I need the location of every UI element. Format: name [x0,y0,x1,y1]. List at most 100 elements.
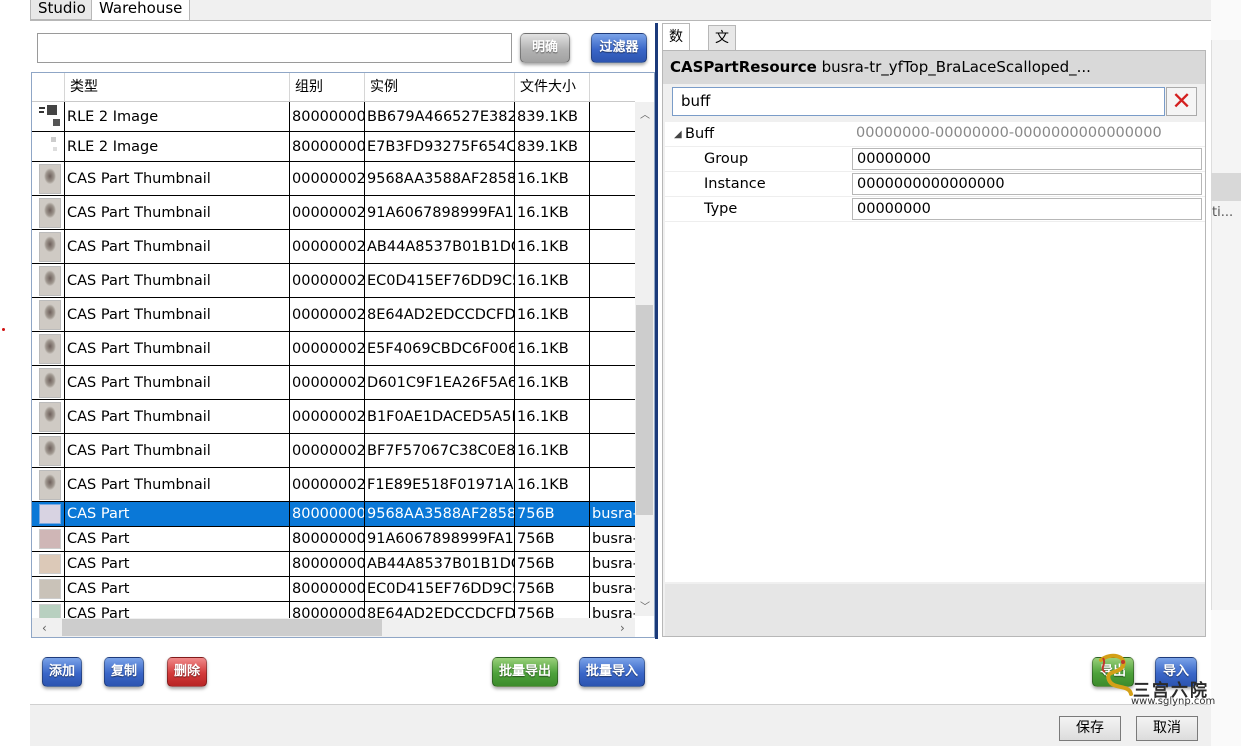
vertical-scrollbar[interactable]: ︿ ﹀ [635,102,654,616]
row-thumbnail-cell [32,298,65,331]
property-row-group[interactable]: Group 00000000 [665,147,1205,172]
header-group[interactable]: 组别 [290,73,365,101]
scroll-left-icon[interactable]: ‹ [42,621,47,635]
row-instance-cell: 9568AA3588AF2858 [365,502,515,526]
row-instance-cell: BF7F57067C38C0E8 [365,434,515,467]
row-type-cell: CAS Part Thumbnail [65,162,290,195]
color-swatch-icon [39,504,61,524]
add-button[interactable]: 添加 [42,657,82,687]
row-group-cell: 80000000 [290,527,365,551]
batch-import-button[interactable]: 批量导入 [579,657,645,687]
clear-search-icon[interactable]: ✕ [1166,87,1197,116]
row-type-cell: CAS Part Thumbnail [65,332,290,365]
row-instance-cell: 8E64AD2EDCCDCFD [365,298,515,331]
row-group-cell: 00000002 [290,332,365,365]
row-type-cell: CAS Part Thumbnail [65,298,290,331]
table-row[interactable]: RLE 2 Image 80000000 E7B3FD93275F654C 839.1… [32,132,635,162]
property-grid: ◢ Buff 00000000-00000000-000000000000000… [665,122,1205,582]
row-name-cell [590,332,635,365]
tab-text[interactable]: 文本 [708,25,736,70]
row-name-cell [590,468,635,501]
row-group-cell: 00000002 [290,434,365,467]
row-group-cell: 00000002 [290,400,365,433]
row-name-cell [590,400,635,433]
tab-warehouse[interactable]: Warehouse [91,0,191,21]
table-row[interactable]: CAS Part 80000000 9568AA3588AF2858 756B busr… [32,502,635,527]
property-row-instance[interactable]: Instance 0000000000000000 [665,172,1205,197]
property-description-area [665,584,1205,636]
scroll-down-icon[interactable]: ﹀ [640,598,650,613]
table-row[interactable]: CAS Part Thumbnail 00000002 9568AA3588AF28… [32,162,635,196]
row-instance-cell: E5F4069CBDC6F006 [365,332,515,365]
property-name: Type [704,201,738,217]
cancel-button[interactable]: 取消 [1136,716,1198,741]
row-thumbnail-cell [32,162,65,195]
property-search-input[interactable]: buff [672,87,1165,116]
header-name[interactable] [590,73,635,101]
row-name-cell [590,264,635,297]
panel-splitter[interactable] [655,23,658,639]
resource-list[interactable]: 类型 组别 实例 文件大小 RLE 2 Image 80000000 BB679A4… [31,72,655,638]
row-thumbnail-cell [32,196,65,229]
table-row[interactable]: CAS Part 80000000 EC0D415EF76DD9C5 756B busr… [32,577,635,602]
main-window: Studio Warehouse 明确 过滤器 类型 组别 实例 文件大小 RL… [30,0,1211,746]
table-row[interactable]: CAS Part 80000000 AB44A8537B01B1DC 756B busr… [32,552,635,577]
save-button[interactable]: 保存 [1059,716,1121,741]
copy-button[interactable]: 复制 [104,657,144,687]
row-size-cell: 756B [515,527,590,551]
dragon-logo-icon [1099,653,1133,696]
table-row[interactable]: CAS Part Thumbnail 00000002 AB44A8537B01B1… [32,230,635,264]
table-row[interactable]: CAS Part Thumbnail 00000002 8E64AD2EDCCDCF… [32,298,635,332]
property-value-field[interactable]: 0000000000000000 [852,173,1202,195]
row-group-cell: 80000000 [290,577,365,601]
property-value-field[interactable]: 00000000 [852,198,1202,220]
table-row[interactable]: CAS Part Thumbnail 00000002 F1E89E518F0197… [32,468,635,502]
horizontal-scroll-thumb[interactable] [62,619,382,636]
property-row-type[interactable]: Type 00000000 [665,197,1205,222]
filter-input[interactable] [37,33,512,63]
header-instance[interactable]: 实例 [365,73,515,101]
table-row[interactable]: CAS Part Thumbnail 00000002 EC0D415EF76DD9… [32,264,635,298]
property-name: Instance [704,176,766,192]
row-type-cell: CAS Part Thumbnail [65,400,290,433]
row-thumbnail-cell [32,102,65,131]
header-size[interactable]: 文件大小 [515,73,590,101]
delete-button[interactable]: 删除 [167,657,207,687]
property-value-field[interactable]: 00000000 [852,148,1202,170]
batch-export-button[interactable]: 批量导出 [492,657,558,687]
warehouse-panel: 明确 过滤器 类型 组别 实例 文件大小 RLE 2 Image 80000000… [30,20,1211,704]
table-row[interactable]: CAS Part Thumbnail 00000002 E5F4069CBDC6F0… [32,332,635,366]
header-type[interactable]: 类型 [65,73,290,101]
row-type-cell: CAS Part Thumbnail [65,230,290,263]
row-group-cell: 80000000 [290,102,365,131]
tab-data[interactable]: 数据 [662,23,690,72]
row-group-cell: 00000002 [290,264,365,297]
clear-button[interactable]: 明确 [520,33,570,63]
property-section-buff[interactable]: ◢ Buff 00000000-00000000-000000000000000… [665,122,1205,147]
table-row[interactable]: CAS Part Thumbnail 00000002 91A6067898999F… [32,196,635,230]
table-row[interactable]: CAS Part Thumbnail 00000002 B1F0AE1DACED5A… [32,400,635,434]
row-instance-cell: EC0D415EF76DD9C5 [365,577,515,601]
filter-button[interactable]: 过滤器 [591,33,647,63]
table-row[interactable]: RLE 2 Image 80000000 BB679A466527E382 839.1… [32,102,635,132]
row-thumbnail-cell [32,400,65,433]
tab-studio[interactable]: Studio [30,0,94,20]
scroll-up-icon[interactable]: ︿ [640,106,650,121]
expand-triangle-icon[interactable]: ◢ [674,122,682,147]
row-thumbnail-cell [32,552,65,576]
table-row[interactable]: CAS Part Thumbnail 00000002 D601C9F1EA26F5… [32,366,635,400]
list-header: 类型 组别 实例 文件大小 [32,73,635,102]
row-type-cell: CAS Part Thumbnail [65,196,290,229]
horizontal-scrollbar[interactable]: ‹ › [32,618,635,637]
table-row[interactable]: CAS Part Thumbnail 00000002 BF7F57067C38C0… [32,434,635,468]
row-instance-cell: 91A6067898999FA1 [365,527,515,551]
row-instance-cell: F1E89E518F01971A [365,468,515,501]
portrait-thumbnail-icon [39,367,61,398]
row-group-cell: 00000002 [290,468,365,501]
table-row[interactable]: CAS Part 80000000 91A6067898999FA1 756B busr… [32,527,635,552]
vertical-scroll-thumb[interactable] [636,305,653,515]
watermark: 三宫六院 www.sglynp.com [1093,650,1215,710]
row-type-cell: CAS Part [65,552,290,576]
scroll-right-icon[interactable]: › [620,621,625,635]
portrait-thumbnail-icon [39,435,61,466]
